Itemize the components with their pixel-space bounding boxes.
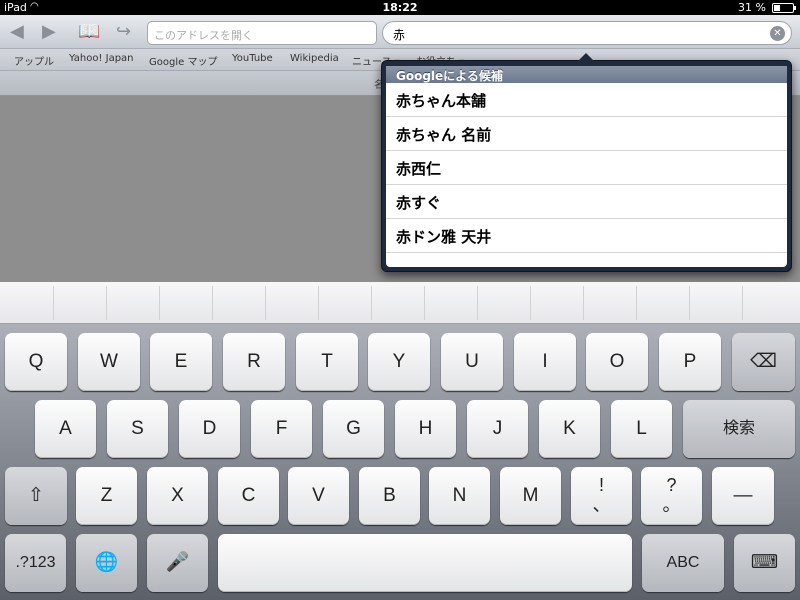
share-icon[interactable]: ↪ [116, 22, 131, 42]
clear-search-icon[interactable]: ✕ [770, 26, 785, 41]
back-icon[interactable]: ◀ [10, 22, 24, 42]
onscreen-keyboard: Q W E R T Y U I O P ⌫ A S D F G H J K L … [0, 282, 800, 600]
abc-key[interactable]: ABC [642, 534, 724, 592]
key-k[interactable]: K [539, 400, 600, 458]
status-bar: iPad ◠ 18:22 31 % [0, 0, 800, 15]
key-z[interactable]: Z [76, 467, 137, 525]
battery-icon [772, 3, 796, 13]
key-w[interactable]: W [78, 333, 140, 391]
key-b[interactable]: B [359, 467, 420, 525]
key-a[interactable]: A [35, 400, 96, 458]
numbers-key[interactable]: .?123 [5, 534, 66, 592]
shift-icon[interactable]: ⇧ [5, 467, 67, 525]
key-c[interactable]: C [218, 467, 279, 525]
globe-icon[interactable]: 🌐 [76, 534, 137, 592]
key-comma-bottom: 、 [592, 495, 611, 515]
candidate-bar [0, 282, 800, 324]
key-l[interactable]: L [611, 400, 672, 458]
address-field[interactable]: このアドレスを開く [147, 21, 377, 45]
bookmarks-icon[interactable]: 📖 [78, 22, 100, 42]
suggestions-list: 赤ちゃん本舗 赤ちゃん 名前 赤西仁 赤すぐ 赤ドン雅 天井 [386, 83, 787, 267]
key-d[interactable]: D [179, 400, 240, 458]
key-v[interactable]: V [288, 467, 349, 525]
forward-icon[interactable]: ▶ [42, 22, 56, 42]
suggestion-item[interactable]: 赤西仁 [386, 151, 787, 185]
key-question-period[interactable]: ? 。 [641, 467, 702, 525]
key-g[interactable]: G [323, 400, 384, 458]
search-key[interactable]: 検索 [683, 400, 795, 458]
search-input[interactable]: 赤 ✕ [382, 21, 792, 45]
key-p[interactable]: P [659, 333, 721, 391]
key-y[interactable]: Y [368, 333, 430, 391]
key-exclaim-comma[interactable]: ! 、 [571, 467, 632, 525]
key-e[interactable]: E [150, 333, 212, 391]
key-s[interactable]: S [107, 400, 168, 458]
key-period-bottom: 。 [662, 495, 681, 515]
key-q[interactable]: Q [5, 333, 67, 391]
bookmark-yahoo-japan[interactable]: Yahoo! Japan [69, 53, 134, 64]
key-question-top: ? [666, 475, 677, 495]
browser-toolbar: ◀ ▶ 📖 ↪ このアドレスを開く 赤 ✕ [0, 15, 800, 49]
search-suggestions-popover: Googleによる候補 赤ちゃん本舗 赤ちゃん 名前 赤西仁 赤すぐ 赤ドン雅 … [381, 53, 792, 272]
key-exclaim-top: ! [598, 475, 604, 495]
suggestions-header: Googleによる候補 [386, 66, 787, 83]
key-x[interactable]: X [147, 467, 208, 525]
suggestion-item[interactable]: 赤ちゃん 名前 [386, 117, 787, 151]
key-n[interactable]: N [429, 467, 490, 525]
suggestion-item[interactable]: 赤ドン雅 天井 [386, 219, 787, 253]
bookmark-wikipedia[interactable]: Wikipedia [290, 53, 339, 64]
bookmark-google-maps[interactable]: Google マップ [149, 53, 217, 68]
backspace-icon[interactable]: ⌫ [732, 333, 795, 391]
key-r[interactable]: R [223, 333, 285, 391]
hide-keyboard-icon[interactable]: ⌨ [734, 534, 795, 592]
clock: 18:22 [382, 1, 418, 14]
key-dash[interactable]: — [712, 467, 774, 525]
popover-arrow [577, 53, 595, 62]
key-t[interactable]: T [296, 333, 358, 391]
search-input-value: 赤 [393, 28, 406, 42]
key-u[interactable]: U [441, 333, 503, 391]
key-i[interactable]: I [514, 333, 576, 391]
key-f[interactable]: F [251, 400, 312, 458]
key-o[interactable]: O [586, 333, 648, 391]
suggestion-item[interactable]: 赤ちゃん本舗 [386, 83, 787, 117]
key-m[interactable]: M [500, 467, 561, 525]
bookmark-youtube[interactable]: YouTube [232, 53, 273, 64]
key-h[interactable]: H [395, 400, 456, 458]
microphone-icon[interactable]: 🎤 [147, 534, 208, 592]
key-j[interactable]: J [467, 400, 528, 458]
bookmark-apple[interactable]: アップル [14, 53, 54, 68]
space-key[interactable] [218, 534, 632, 592]
suggestion-item[interactable]: 赤すぐ [386, 185, 787, 219]
battery-percent: 31 % [738, 1, 766, 14]
